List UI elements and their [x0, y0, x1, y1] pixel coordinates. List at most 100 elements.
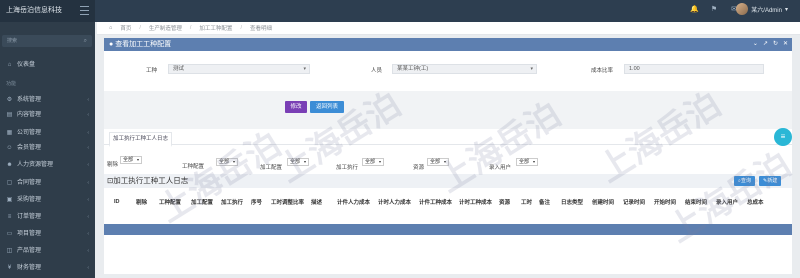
sidebar-item-content[interactable]: ▤ 内容管理 ‹: [0, 108, 95, 122]
sidebar-item-purchase[interactable]: ▣ 采购管理 ‹: [0, 193, 95, 207]
info-icon: ●: [109, 41, 114, 48]
filter-select[interactable]: 全部 ▾: [120, 156, 142, 164]
building-icon: ▦: [6, 130, 13, 136]
cost-ratio-label: 成本比率: [591, 68, 614, 74]
column-header[interactable]: 开始时间: [654, 198, 679, 206]
tab-bar: 加工执行工种工人日志: [104, 130, 792, 147]
filter-label: 剔除: [107, 162, 119, 168]
sidebar-item-company[interactable]: ▦ 公司管理 ‹: [0, 126, 95, 140]
users-icon: ☻: [6, 162, 13, 168]
sidebar-item-hr[interactable]: ☻ 人力资源管理 ‹: [0, 158, 95, 172]
sidebar-section-label: 功能: [6, 81, 17, 87]
user-menu[interactable]: 某六/Admin ▾: [736, 3, 788, 15]
new-button[interactable]: ✎新建: [759, 176, 782, 186]
column-header[interactable]: 创建时间: [592, 198, 617, 206]
filter-label: 加工配置: [260, 165, 283, 171]
breadcrumb-item[interactable]: 生产制造管理: [149, 24, 182, 32]
avatar: [736, 3, 749, 15]
column-header[interactable]: 工种配置: [159, 198, 185, 206]
filter-row: 剔除 全部 ▾ 工种配置 全部 ▾ 加工配置 全部 ▾ 加工执行 全部 ▾ 资源 全部 ▾…: [104, 154, 792, 176]
sidebar-item-member[interactable]: ☺ 会员管理 ‹: [0, 141, 95, 155]
filter-label: 录入用户: [489, 165, 512, 171]
breadcrumb: ⌂ 首页 / 生产制造管理 / 加工工种配置 / 查看明细: [97, 22, 800, 35]
cost-ratio-field[interactable]: 1.00: [624, 64, 764, 74]
sidebar-item-system[interactable]: ⚙ 系统管理 ‹: [0, 93, 95, 107]
user-icon: ☺: [6, 145, 13, 151]
filter-select[interactable]: 全部 ▾: [287, 158, 309, 166]
filter-select[interactable]: 全部 ▾: [216, 158, 238, 166]
chevron-icon: ‹: [87, 97, 89, 103]
collapse-icon[interactable]: ⌄: [753, 38, 758, 51]
column-header[interactable]: 结束时间: [685, 198, 710, 206]
table-footer-bar: [104, 224, 792, 235]
filter-select[interactable]: 全部 ▾: [427, 158, 449, 166]
close-icon[interactable]: ✕: [783, 38, 788, 51]
column-header[interactable]: 资源: [499, 198, 515, 206]
sidebar-item-product[interactable]: ◫ 产品管理 ‹: [0, 244, 95, 258]
column-header[interactable]: 备注: [539, 198, 555, 206]
work-type-select[interactable]: 测试 ▾: [168, 64, 310, 74]
column-header[interactable]: 录入用户: [716, 198, 741, 206]
box-icon: ◫: [6, 248, 13, 254]
home-icon: ⌂: [109, 25, 113, 31]
breadcrumb-item[interactable]: 加工工种配置: [199, 24, 232, 32]
search-icon: ⌕: [83, 38, 87, 44]
sidebar-search-input[interactable]: 搜索 ⌕: [2, 35, 92, 47]
list-icon: ≡: [7, 214, 12, 220]
chevron-icon: ‹: [87, 231, 89, 237]
chevron-icon: ‹: [87, 180, 89, 186]
sidebar-item-order[interactable]: ≡ 订单管理 ‹: [0, 210, 95, 224]
back-to-list-button[interactable]: 返回列表: [310, 101, 344, 113]
tab-work-log[interactable]: 加工执行工种工人日志: [109, 132, 173, 147]
menu-fab-button[interactable]: ≡: [774, 128, 792, 146]
top-bar: 上海岳泊信息科技 🔔 ⚑ ✉ 某六/Admin ▾: [0, 0, 800, 22]
column-header[interactable]: 工时调整比率: [271, 198, 305, 206]
sidebar-item-project[interactable]: ▭ 项目管理 ‹: [0, 227, 95, 241]
work-type-label: 工种: [146, 68, 158, 74]
contract-icon: ▢: [6, 180, 13, 186]
edit-button[interactable]: 修改: [285, 101, 307, 113]
menu-toggle-icon[interactable]: [80, 6, 89, 15]
column-header[interactable]: 加工配置: [191, 198, 215, 206]
person-select[interactable]: 某某工钟(工) ▾: [392, 64, 537, 74]
chevron-down-icon: ▾: [784, 6, 788, 13]
column-header[interactable]: ID: [114, 199, 130, 205]
detail-form: 工种 测试 ▾ 人员 某某工钟(工) ▾ 成本比率 1.00: [104, 51, 792, 91]
sidebar-item-dashboard[interactable]: ⌂ 仪表盘: [0, 58, 95, 72]
breadcrumb-item[interactable]: 首页: [120, 24, 131, 32]
filter-label: 加工执行: [336, 165, 359, 171]
column-header[interactable]: 工时: [521, 198, 533, 206]
flag-icon[interactable]: ⚑: [710, 6, 718, 14]
sidebar-item-contract[interactable]: ▢ 合同管理 ‹: [0, 176, 95, 190]
column-header[interactable]: 计时人力成本: [378, 198, 413, 206]
column-header[interactable]: 日志类型: [561, 198, 586, 206]
chevron-icon: ‹: [87, 197, 89, 203]
filter-label: 资源: [413, 165, 425, 171]
bell-icon[interactable]: 🔔: [690, 6, 699, 14]
chevron-icon: ‹: [87, 265, 89, 271]
column-header[interactable]: 计件工种成本: [419, 198, 453, 206]
file-icon: ▤: [6, 112, 13, 118]
user-name: 某六/Admin: [751, 7, 782, 14]
column-header[interactable]: 记录时间: [623, 198, 648, 206]
column-header[interactable]: 序号: [251, 198, 265, 206]
column-header[interactable]: 计件人力成本: [337, 198, 372, 206]
action-band: 修改 返回列表: [104, 91, 792, 129]
cart-icon: ▣: [6, 197, 13, 203]
refresh-icon[interactable]: ↻: [773, 38, 778, 51]
column-header[interactable]: 描述: [311, 198, 331, 206]
sidebar-item-finance[interactable]: ¥ 财务管理 ‹: [0, 261, 95, 275]
column-header[interactable]: 加工执行: [221, 198, 245, 206]
search-button[interactable]: ⌕查询: [734, 176, 755, 186]
table-header: ID 剔除 工种配置 加工配置 加工执行 序号 工时调整比率 描述 计件人力成本 计时人力成本 计件…: [104, 196, 792, 208]
filter-select[interactable]: 全部 ▾: [516, 158, 538, 166]
chevron-icon: ‹: [87, 214, 89, 220]
filter-select[interactable]: 全部 ▾: [362, 158, 384, 166]
panel-header: ● 查看加工工种配置 ⌄ ↗ ↻ ✕: [104, 38, 792, 51]
home-icon: ⌂: [7, 62, 12, 68]
column-header[interactable]: 剔除: [136, 198, 153, 206]
column-header[interactable]: 计时工种成本: [459, 198, 493, 206]
column-header[interactable]: 总成本: [747, 198, 767, 206]
caret-down-icon: ▾: [530, 66, 533, 72]
expand-icon[interactable]: ↗: [763, 38, 768, 51]
